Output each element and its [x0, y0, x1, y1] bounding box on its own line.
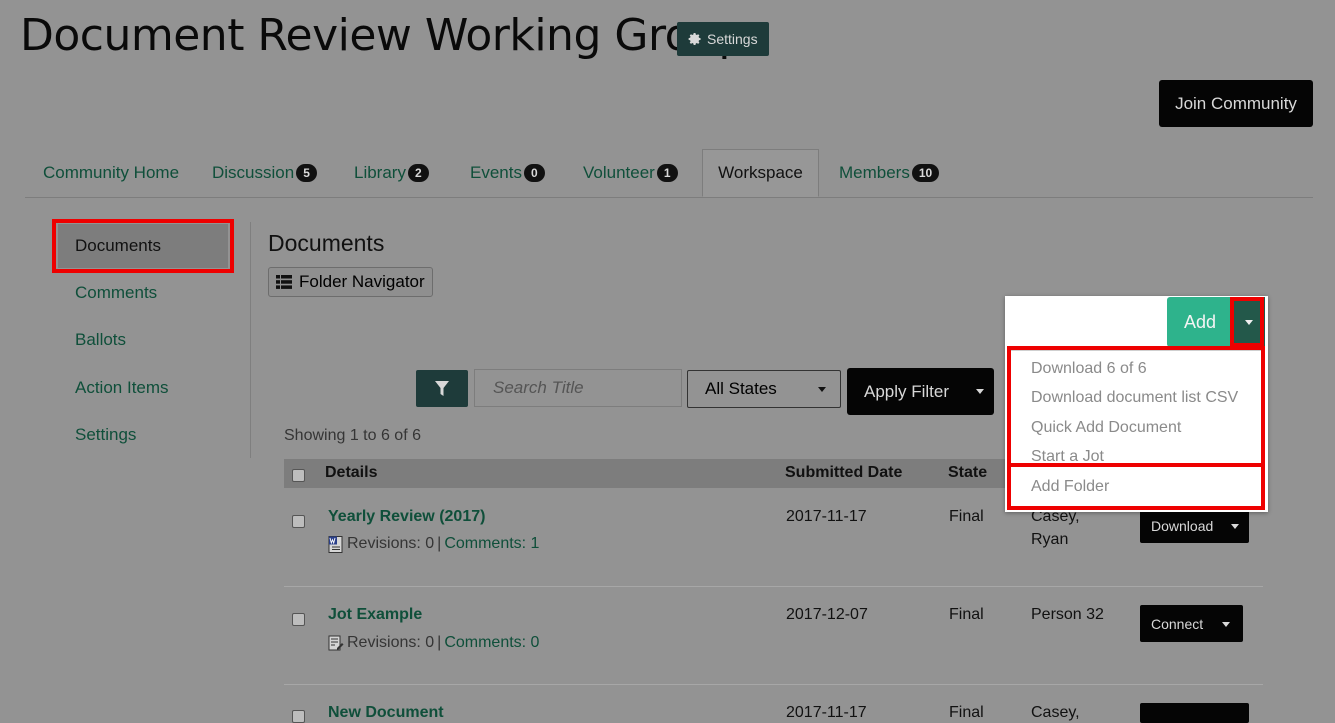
tab-library[interactable]: Library 2	[354, 150, 429, 196]
sidebar-divider	[250, 222, 251, 458]
document-title-link[interactable]: Jot Example	[328, 606, 422, 624]
community-tabs: Community Home Discussion 5 Library 2 Even…	[25, 149, 1313, 198]
chevron-down-icon[interactable]	[976, 389, 984, 394]
document-title-link[interactable]: New Document	[328, 704, 444, 722]
jot-icon	[328, 635, 344, 651]
comments-link[interactable]: Comments: 0	[444, 634, 539, 652]
list-icon	[276, 275, 292, 289]
results-count: Showing 1 to 6 of 6	[284, 427, 421, 444]
document-title-link[interactable]: Yearly Review (2017)	[328, 508, 485, 526]
search-title-input[interactable]	[474, 369, 682, 407]
revisions-count: Revisions: 0	[347, 535, 435, 552]
filter-button[interactable]	[416, 370, 468, 407]
tab-label: Discussion	[212, 163, 295, 182]
add-button[interactable]: Add	[1167, 297, 1233, 347]
sidebar-item-ballots[interactable]: Ballots	[75, 330, 126, 350]
tab-label: Workspace	[718, 163, 803, 182]
author-name: Ryan	[1031, 531, 1069, 548]
author-name: Casey,	[1031, 704, 1080, 721]
menu-item-download-csv[interactable]: Download document list CSV	[1031, 389, 1238, 407]
page-title: Document Review Working Group	[20, 10, 746, 61]
settings-button[interactable]: Settings	[677, 22, 769, 56]
word-document-icon	[328, 535, 343, 553]
count-badge: 10	[911, 164, 940, 182]
sidebar-item-documents[interactable]: Documents	[58, 224, 228, 268]
tab-label: Events	[470, 163, 522, 182]
download-button[interactable]: Download	[1140, 509, 1249, 543]
document-meta: Revisions: 0 | Comments: 1	[328, 535, 539, 553]
submitted-date: 2017-12-07	[786, 606, 868, 623]
apply-filter-label: Apply Filter	[864, 381, 950, 401]
states-select-value: All States	[705, 379, 777, 398]
header-submitted-date: Submitted Date	[785, 464, 903, 481]
add-dropdown-menu: Download 6 of 6 Download document list C…	[1008, 350, 1263, 508]
revisions-count: Revisions: 0	[347, 634, 435, 651]
row-action-button[interactable]	[1140, 703, 1249, 723]
settings-button-label: Settings	[707, 31, 758, 47]
sidebar-item-action-items[interactable]: Action Items	[75, 378, 169, 398]
folder-navigator-label: Folder Navigator	[299, 272, 425, 291]
count-badge: 2	[407, 164, 429, 182]
states-select[interactable]: All States	[687, 370, 841, 408]
tab-label: Community Home	[43, 163, 180, 182]
row-divider	[284, 586, 1263, 587]
document-meta: Revisions: 0 | Comments: 0	[328, 634, 539, 652]
document-state: Final	[949, 704, 984, 721]
caret-down-icon	[1245, 319, 1253, 325]
tab-volunteer[interactable]: Volunteer 1	[583, 150, 678, 196]
join-community-button[interactable]: Join Community	[1159, 80, 1313, 127]
chevron-down-icon[interactable]	[1222, 622, 1230, 627]
folder-navigator-button[interactable]: Folder Navigator	[268, 267, 433, 297]
tab-label: Volunteer	[583, 163, 655, 182]
count-badge: 5	[296, 164, 317, 182]
section-title: Documents	[268, 230, 385, 256]
tab-label: Members	[839, 163, 910, 182]
tab-community-home[interactable]: Community Home	[43, 150, 179, 196]
connect-label: Connect	[1151, 615, 1204, 632]
tab-events[interactable]: Events 0	[470, 150, 545, 196]
row-checkbox[interactable]	[292, 613, 305, 626]
tab-label: Library	[354, 163, 406, 182]
tab-members[interactable]: Members 10	[839, 150, 940, 196]
menu-item-start-jot[interactable]: Start a Jot	[1031, 448, 1104, 466]
row-checkbox[interactable]	[292, 515, 305, 528]
row-divider	[284, 684, 1263, 685]
comments-link[interactable]: Comments: 1	[444, 535, 539, 553]
tab-discussion[interactable]: Discussion 5	[212, 150, 317, 196]
select-all-checkbox[interactable]	[292, 469, 305, 482]
sidebar-item-comments[interactable]: Comments	[75, 283, 157, 303]
sidebar-item-settings[interactable]: Settings	[75, 425, 136, 445]
count-badge: 1	[656, 164, 678, 182]
gear-icon	[688, 33, 701, 45]
add-dropdown-toggle[interactable]	[1233, 297, 1265, 347]
download-label: Download	[1151, 518, 1214, 534]
submitted-date: 2017-11-17	[786, 508, 867, 525]
author-name: Person 32	[1031, 606, 1104, 623]
count-badge: 0	[523, 164, 545, 182]
tab-workspace[interactable]: Workspace	[702, 149, 819, 197]
header-details: Details	[325, 464, 378, 481]
filter-icon	[435, 380, 449, 396]
menu-item-add-folder[interactable]: Add Folder	[1031, 478, 1109, 496]
row-checkbox[interactable]	[292, 710, 305, 723]
chevron-down-icon	[818, 387, 826, 392]
submitted-date: 2017-11-17	[786, 704, 867, 721]
header-state: State	[948, 464, 988, 481]
chevron-down-icon[interactable]	[1231, 524, 1239, 529]
meta-separator: |	[437, 535, 442, 552]
apply-filter-button[interactable]: Apply Filter	[847, 368, 994, 415]
meta-separator: |	[437, 634, 442, 651]
document-state: Final	[949, 508, 984, 525]
menu-item-quick-add-document[interactable]: Quick Add Document	[1031, 419, 1181, 437]
document-state: Final	[949, 606, 984, 623]
connect-button[interactable]: Connect	[1140, 605, 1243, 642]
menu-item-download-all[interactable]: Download 6 of 6	[1031, 360, 1147, 378]
